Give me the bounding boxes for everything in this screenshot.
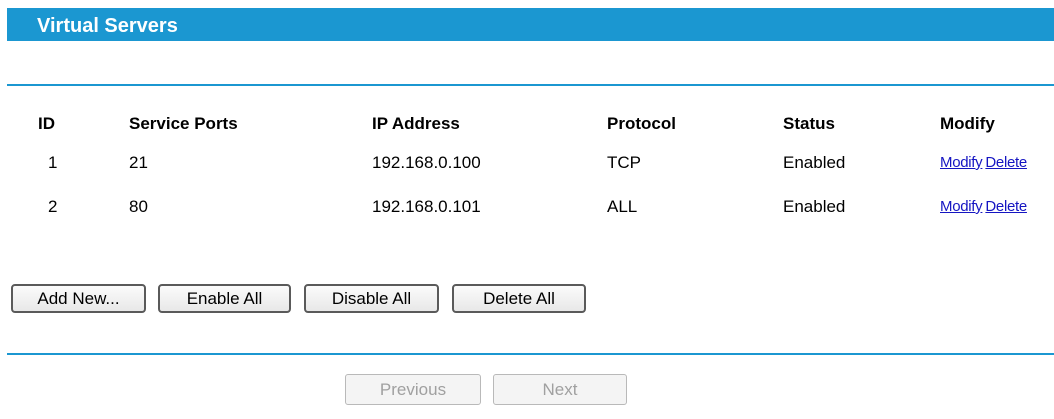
row-2-id: 2: [48, 197, 58, 216]
row-1-ip-address: 192.168.0.100: [372, 153, 481, 172]
previous-button[interactable]: Previous: [345, 374, 481, 405]
divider-top: [7, 84, 1054, 86]
column-header-id: ID: [38, 114, 55, 133]
row-1-protocol: TCP: [607, 153, 641, 172]
column-header-service-ports: Service Ports: [129, 114, 238, 133]
row-1-service-ports: 21: [129, 153, 148, 172]
column-header-modify: Modify: [940, 114, 995, 133]
row-2-protocol: ALL: [607, 197, 638, 216]
row-2-ip-address: 192.168.0.101: [372, 197, 481, 216]
disable-all-button[interactable]: Disable All: [304, 284, 439, 313]
virtual-servers-page: Virtual Servers ID Service Ports IP Addr…: [0, 0, 1054, 419]
row-1-id: 1: [48, 153, 58, 172]
row-2-status: Enabled: [783, 197, 846, 216]
add-new-button[interactable]: Add New...: [11, 284, 146, 313]
column-header-ip-address: IP Address: [372, 114, 460, 133]
column-header-status: Status: [783, 114, 835, 133]
row-2-modify-cell: Modify Delete: [940, 197, 1054, 217]
title-bar: Virtual Servers: [7, 8, 1054, 41]
row-1-modify-link[interactable]: Modify: [940, 154, 983, 171]
row-1-status: Enabled: [783, 153, 846, 172]
delete-all-button[interactable]: Delete All: [452, 284, 586, 313]
page-title: Virtual Servers: [37, 15, 178, 37]
row-2-service-ports: 80: [129, 197, 148, 216]
enable-all-button[interactable]: Enable All: [158, 284, 291, 313]
row-2-delete-link[interactable]: Delete: [985, 198, 1027, 215]
column-header-protocol: Protocol: [607, 114, 676, 133]
next-button[interactable]: Next: [493, 374, 627, 405]
row-1-delete-link[interactable]: Delete: [985, 154, 1027, 171]
row-1-modify-cell: Modify Delete: [940, 153, 1054, 173]
row-2-modify-link[interactable]: Modify: [940, 198, 983, 215]
divider-bottom: [7, 353, 1054, 355]
